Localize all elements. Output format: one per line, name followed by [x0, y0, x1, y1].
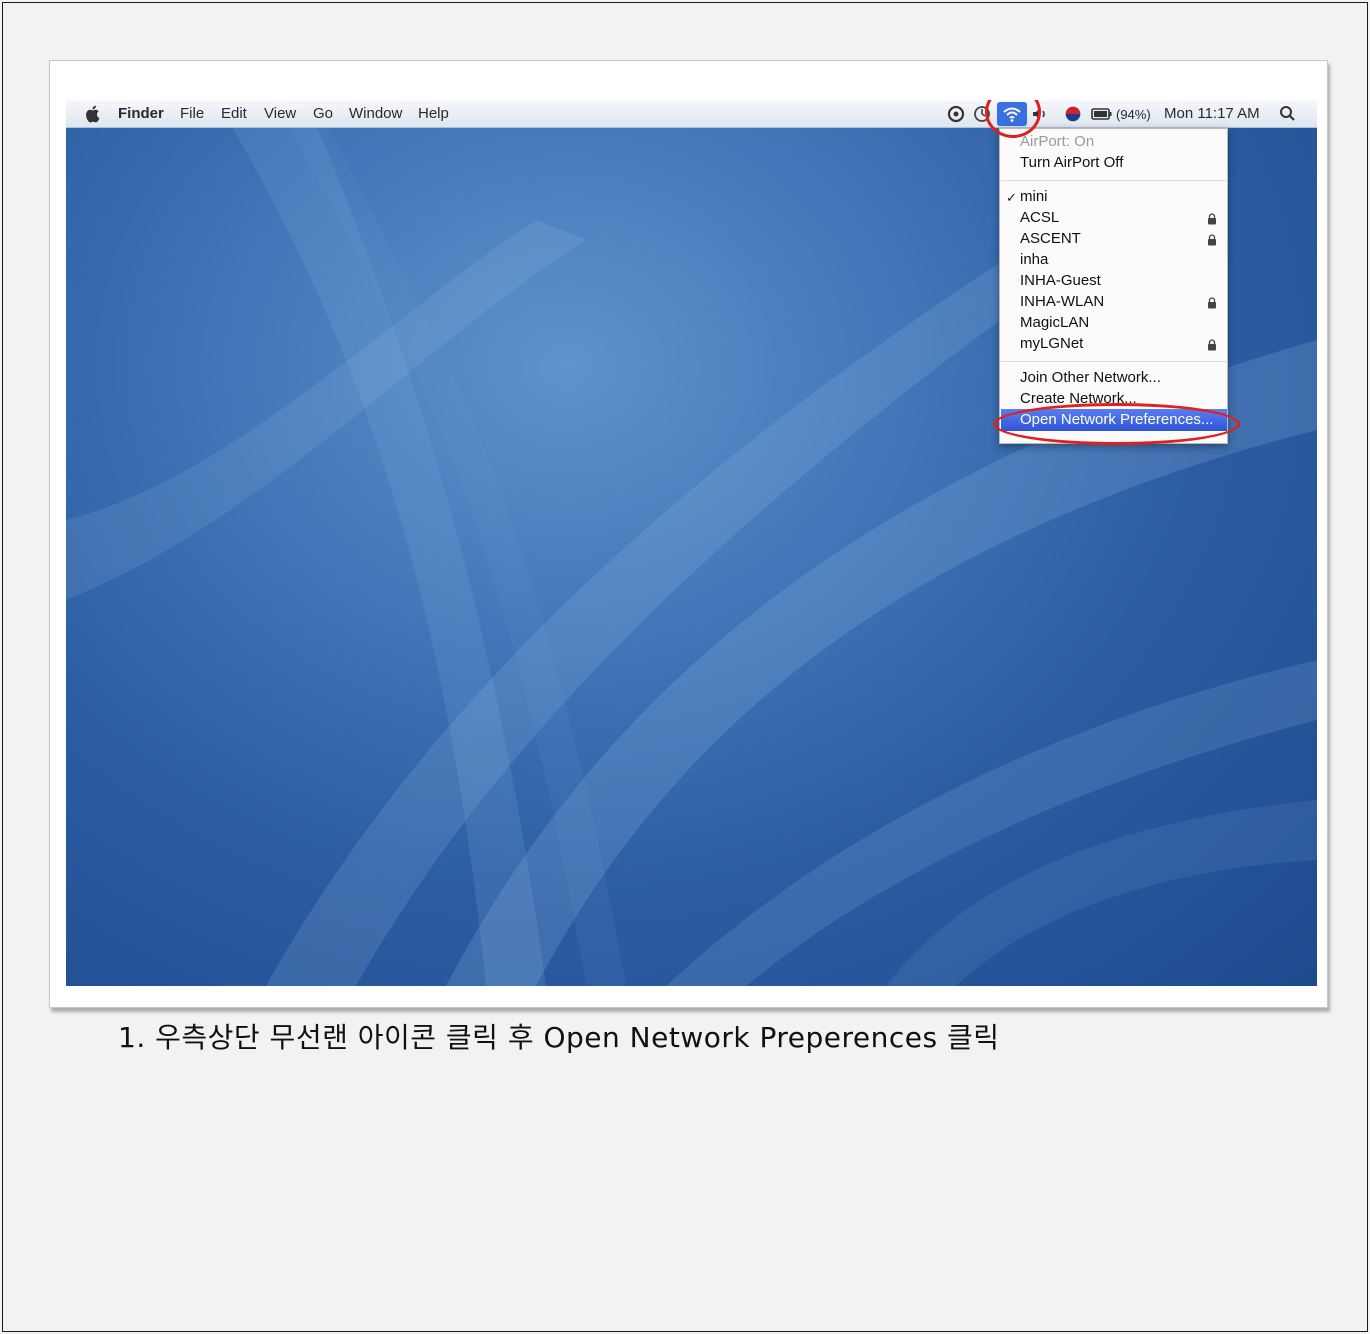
spotlight-search-icon[interactable] [1278, 104, 1298, 124]
menu-view[interactable]: View [264, 105, 296, 122]
menu-clock[interactable]: Mon 11:17 AM [1164, 105, 1260, 122]
checkmark-icon: ✓ [1006, 190, 1017, 205]
network-item-acsl[interactable]: ACSL [1020, 209, 1059, 226]
menu-file[interactable]: File [180, 105, 204, 122]
airport-dropdown-menu: AirPort: On Turn AirPort Off ✓ mini ACSL… [999, 128, 1228, 444]
network-item-inha-wlan[interactable]: INHA-WLAN [1020, 293, 1104, 310]
menu-item-join-other-network[interactable]: Join Other Network... [1020, 369, 1161, 386]
menu-bar: Finder File Edit View Go Window Help (94… [66, 100, 1317, 128]
network-item-inha-guest[interactable]: INHA-Guest [1020, 272, 1101, 289]
menu-window[interactable]: Window [349, 105, 402, 122]
instruction-caption: 1. 우측상단 무선랜 아이콘 클릭 후 Open Network Preper… [118, 1021, 1000, 1054]
menu-separator [1001, 180, 1227, 181]
network-item-inha[interactable]: inha [1020, 251, 1048, 268]
menu-help[interactable]: Help [418, 105, 449, 122]
battery-percent: (94%) [1116, 107, 1151, 122]
network-item-magiclan[interactable]: MagicLAN [1020, 314, 1089, 331]
lock-icon [1208, 213, 1216, 225]
battery-icon[interactable] [1091, 104, 1113, 124]
menu-go[interactable]: Go [313, 105, 333, 122]
network-item-mylgnet[interactable]: myLGNet [1020, 335, 1083, 352]
menu-item-turn-airport-off[interactable]: Turn AirPort Off [1020, 154, 1123, 171]
menu-finder[interactable]: Finder [118, 105, 164, 122]
lock-icon [1208, 339, 1216, 351]
lock-icon [1208, 234, 1216, 246]
network-item-mini[interactable]: mini [1020, 188, 1048, 205]
network-item-ascent[interactable]: ASCENT [1020, 230, 1081, 247]
flag-icon[interactable] [1063, 104, 1083, 124]
lock-icon [1208, 297, 1216, 309]
mac-desktop: Finder File Edit View Go Window Help (94… [66, 100, 1317, 986]
status-circle-icon[interactable] [946, 104, 966, 124]
menu-edit[interactable]: Edit [221, 105, 247, 122]
apple-icon[interactable] [84, 104, 102, 124]
menu-separator [1001, 361, 1227, 362]
airport-status: AirPort: On [1020, 133, 1095, 150]
annotation-oval-preferences [993, 403, 1240, 445]
